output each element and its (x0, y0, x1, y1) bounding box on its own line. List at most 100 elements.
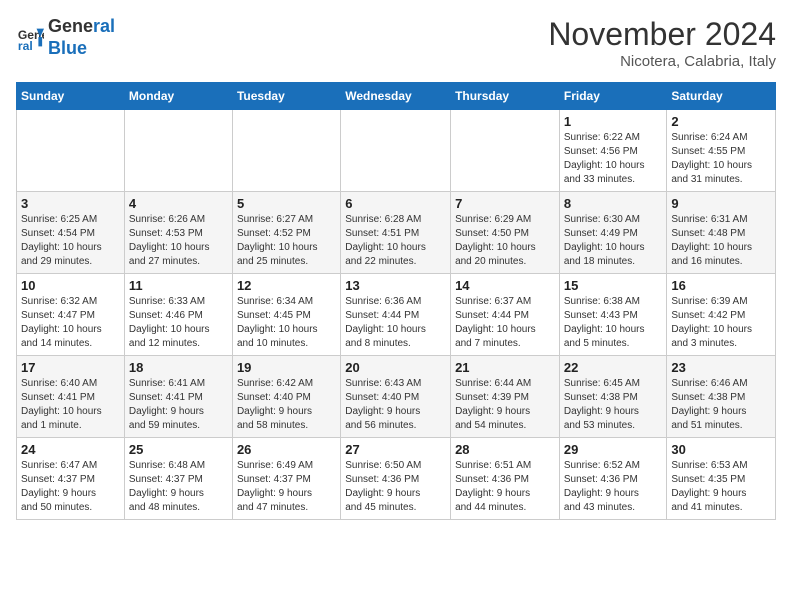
calendar-body: 1Sunrise: 6:22 AM Sunset: 4:56 PM Daylig… (17, 110, 776, 520)
day-number: 19 (237, 360, 336, 375)
weekday-header-saturday: Saturday (667, 83, 776, 110)
day-info: Sunrise: 6:40 AM Sunset: 4:41 PM Dayligh… (21, 377, 120, 433)
title-block: November 2024 Nicotera, Calabria, Italy (548, 16, 776, 70)
week-row-2: 3Sunrise: 6:25 AM Sunset: 4:54 PM Daylig… (17, 192, 776, 274)
day-info: Sunrise: 6:38 AM Sunset: 4:43 PM Dayligh… (564, 295, 663, 351)
calendar-cell: 11Sunrise: 6:33 AM Sunset: 4:46 PM Dayli… (124, 274, 232, 356)
logo-icon: Gene ral (16, 24, 44, 52)
day-number: 5 (237, 196, 336, 211)
svg-text:ral: ral (18, 39, 33, 52)
day-info: Sunrise: 6:25 AM Sunset: 4:54 PM Dayligh… (21, 213, 120, 269)
day-number: 14 (455, 278, 555, 293)
calendar-cell: 28 Sunrise: 6:51 AM Sunset: 4:36 PM Dayli… (451, 438, 560, 520)
calendar-cell: 13 Sunrise: 6:36 AM Sunset: 4:44 PM Dayli… (341, 274, 451, 356)
day-number: 11 (129, 278, 228, 293)
day-info: Sunrise: 6:49 AM Sunset: 4:37 PM Dayligh… (237, 459, 336, 515)
calendar-cell (124, 110, 232, 192)
calendar-cell: 16Sunrise: 6:39 AM Sunset: 4:42 PM Dayli… (667, 274, 776, 356)
calendar-cell: 19 Sunrise: 6:42 AM Sunset: 4:40 PM Dayli… (232, 356, 340, 438)
day-info: Sunrise: 6:37 AM Sunset: 4:44 PM Dayligh… (455, 295, 555, 351)
logo-text: GeneralBlue (48, 16, 115, 59)
calendar-cell: 26Sunrise: 6:49 AM Sunset: 4:37 PM Dayli… (232, 438, 340, 520)
day-number: 15 (564, 278, 663, 293)
calendar-cell: 30Sunrise: 6:53 AM Sunset: 4:35 PM Dayli… (667, 438, 776, 520)
day-info: Sunrise: 6:34 AM Sunset: 4:45 PM Dayligh… (237, 295, 336, 351)
calendar-cell: 17 Sunrise: 6:40 AM Sunset: 4:41 PM Dayli… (17, 356, 125, 438)
day-number: 17 (21, 360, 120, 375)
day-number: 8 (564, 196, 663, 211)
day-number: 2 (671, 114, 771, 129)
day-info: Sunrise: 6:30 AM Sunset: 4:49 PM Dayligh… (564, 213, 663, 269)
day-number: 21 (455, 360, 555, 375)
day-info: Sunrise: 6:52 AM Sunset: 4:36 PM Dayligh… (564, 459, 663, 515)
calendar-cell (451, 110, 560, 192)
calendar-cell: 18 Sunrise: 6:41 AM Sunset: 4:41 PM Dayli… (124, 356, 232, 438)
calendar-cell: 7 Sunrise: 6:29 AM Sunset: 4:50 PM Daylig… (451, 192, 560, 274)
day-info: Sunrise: 6:42 AM Sunset: 4:40 PM Dayligh… (237, 377, 336, 433)
day-info: Sunrise: 6:43 AM Sunset: 4:40 PM Dayligh… (345, 377, 446, 433)
weekday-header-sunday: Sunday (17, 83, 125, 110)
weekday-header-row: SundayMondayTuesdayWednesdayThursdayFrid… (17, 83, 776, 110)
calendar-cell: 9 Sunrise: 6:31 AM Sunset: 4:48 PM Daylig… (667, 192, 776, 274)
day-info: Sunrise: 6:32 AM Sunset: 4:47 PM Dayligh… (21, 295, 120, 351)
day-number: 29 (564, 442, 663, 457)
day-info: Sunrise: 6:31 AM Sunset: 4:48 PM Dayligh… (671, 213, 771, 269)
calendar-cell: 8 Sunrise: 6:30 AM Sunset: 4:49 PM Daylig… (559, 192, 667, 274)
calendar-cell: 22Sunrise: 6:45 AM Sunset: 4:38 PM Dayli… (559, 356, 667, 438)
day-number: 7 (455, 196, 555, 211)
day-number: 4 (129, 196, 228, 211)
calendar-cell: 21Sunrise: 6:44 AM Sunset: 4:39 PM Dayli… (451, 356, 560, 438)
day-number: 13 (345, 278, 446, 293)
day-number: 28 (455, 442, 555, 457)
week-row-3: 10 Sunrise: 6:32 AM Sunset: 4:47 PM Dayli… (17, 274, 776, 356)
calendar-table: SundayMondayTuesdayWednesdayThursdayFrid… (16, 82, 776, 520)
day-number: 22 (564, 360, 663, 375)
day-info: Sunrise: 6:46 AM Sunset: 4:38 PM Dayligh… (671, 377, 771, 433)
day-number: 9 (671, 196, 771, 211)
day-number: 23 (671, 360, 771, 375)
calendar-cell: 23 Sunrise: 6:46 AM Sunset: 4:38 PM Dayli… (667, 356, 776, 438)
day-info: Sunrise: 6:39 AM Sunset: 4:42 PM Dayligh… (671, 295, 771, 351)
week-row-5: 24 Sunrise: 6:47 AM Sunset: 4:37 PM Dayli… (17, 438, 776, 520)
calendar-cell (17, 110, 125, 192)
calendar-cell: 27Sunrise: 6:50 AM Sunset: 4:36 PM Dayli… (341, 438, 451, 520)
day-info: Sunrise: 6:36 AM Sunset: 4:44 PM Dayligh… (345, 295, 446, 351)
day-number: 12 (237, 278, 336, 293)
day-info: Sunrise: 6:24 AM Sunset: 4:55 PM Dayligh… (671, 131, 771, 187)
calendar-cell: 10 Sunrise: 6:32 AM Sunset: 4:47 PM Dayli… (17, 274, 125, 356)
day-number: 10 (21, 278, 120, 293)
month-title: November 2024 (548, 16, 776, 53)
day-info: Sunrise: 6:48 AM Sunset: 4:37 PM Dayligh… (129, 459, 228, 515)
calendar-cell (341, 110, 451, 192)
calendar-cell (232, 110, 340, 192)
location: Nicotera, Calabria, Italy (548, 53, 776, 70)
day-info: Sunrise: 6:27 AM Sunset: 4:52 PM Dayligh… (237, 213, 336, 269)
day-number: 30 (671, 442, 771, 457)
day-number: 18 (129, 360, 228, 375)
day-info: Sunrise: 6:29 AM Sunset: 4:50 PM Dayligh… (455, 213, 555, 269)
day-info: Sunrise: 6:51 AM Sunset: 4:36 PM Dayligh… (455, 459, 555, 515)
calendar-cell: 6 Sunrise: 6:28 AM Sunset: 4:51 PM Daylig… (341, 192, 451, 274)
calendar-cell: 25 Sunrise: 6:48 AM Sunset: 4:37 PM Dayli… (124, 438, 232, 520)
day-info: Sunrise: 6:28 AM Sunset: 4:51 PM Dayligh… (345, 213, 446, 269)
day-number: 1 (564, 114, 663, 129)
day-number: 20 (345, 360, 446, 375)
day-number: 6 (345, 196, 446, 211)
weekday-header-monday: Monday (124, 83, 232, 110)
calendar-cell: 24 Sunrise: 6:47 AM Sunset: 4:37 PM Dayli… (17, 438, 125, 520)
calendar-cell: 5 Sunrise: 6:27 AM Sunset: 4:52 PM Daylig… (232, 192, 340, 274)
day-number: 25 (129, 442, 228, 457)
weekday-header-friday: Friday (559, 83, 667, 110)
calendar-cell: 29 Sunrise: 6:52 AM Sunset: 4:36 PM Dayli… (559, 438, 667, 520)
week-row-4: 17 Sunrise: 6:40 AM Sunset: 4:41 PM Dayli… (17, 356, 776, 438)
day-info: Sunrise: 6:47 AM Sunset: 4:37 PM Dayligh… (21, 459, 120, 515)
calendar-cell: 2 Sunrise: 6:24 AM Sunset: 4:55 PM Daylig… (667, 110, 776, 192)
calendar-cell: 14 Sunrise: 6:37 AM Sunset: 4:44 PM Dayli… (451, 274, 560, 356)
weekday-header-wednesday: Wednesday (341, 83, 451, 110)
day-info: Sunrise: 6:26 AM Sunset: 4:53 PM Dayligh… (129, 213, 228, 269)
day-number: 24 (21, 442, 120, 457)
calendar-cell: 1Sunrise: 6:22 AM Sunset: 4:56 PM Daylig… (559, 110, 667, 192)
weekday-header-tuesday: Tuesday (232, 83, 340, 110)
day-info: Sunrise: 6:41 AM Sunset: 4:41 PM Dayligh… (129, 377, 228, 433)
calendar-cell: 3Sunrise: 6:25 AM Sunset: 4:54 PM Daylig… (17, 192, 125, 274)
